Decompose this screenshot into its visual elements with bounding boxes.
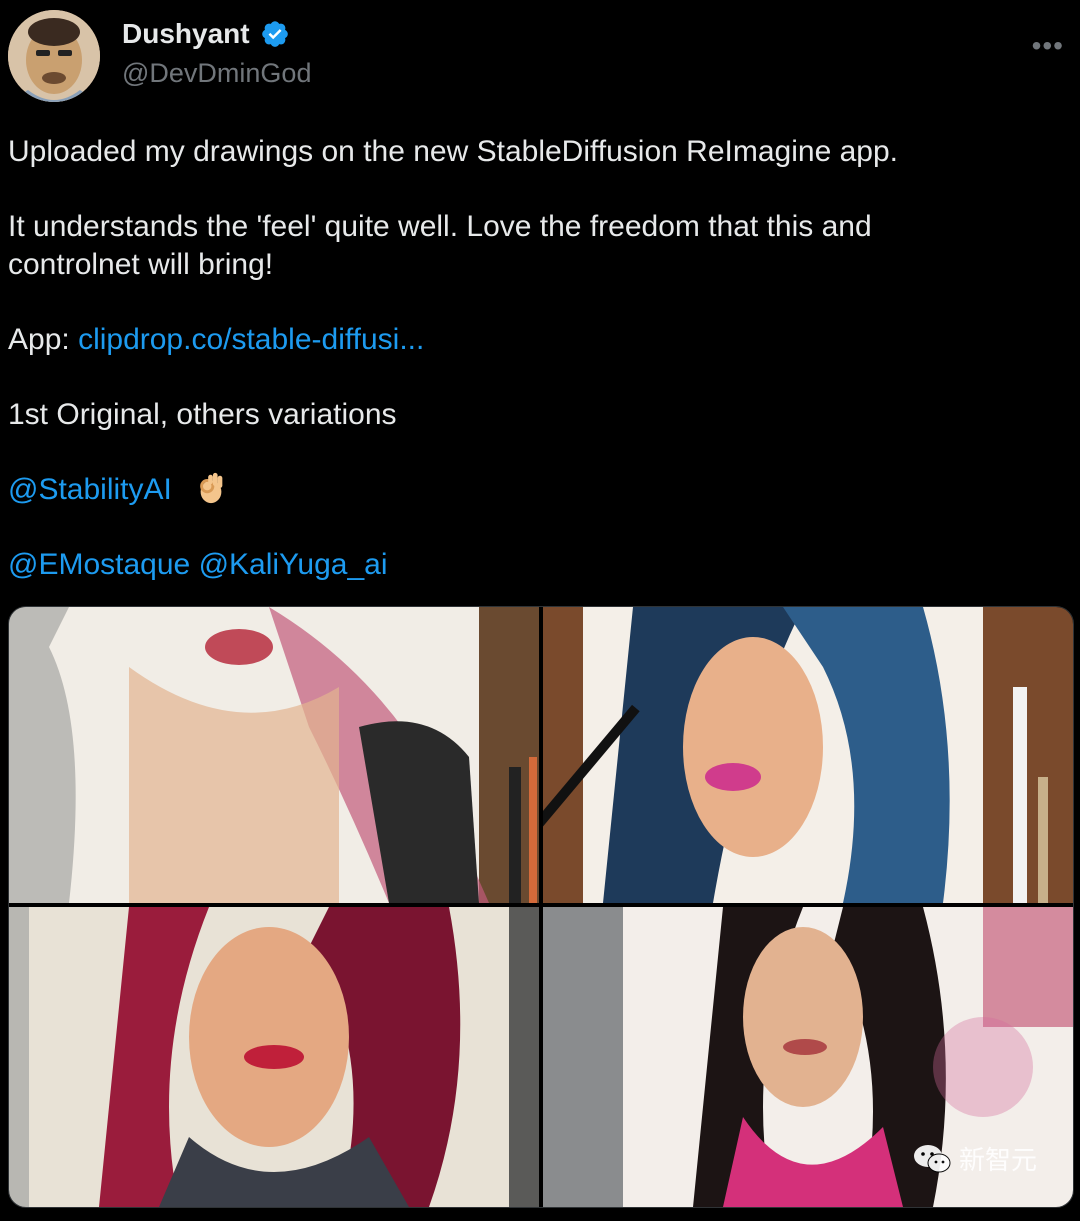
mention-stabilityai[interactable]: @StabilityAI <box>8 473 172 506</box>
mention-kaliyuga[interactable]: @KaliYuga_ai <box>199 548 388 581</box>
wechat-icon <box>913 1144 951 1172</box>
watermark: 新智元 <box>913 1140 1037 1177</box>
tweet-text: Uploaded my drawings on the new StableDi… <box>8 133 1068 583</box>
mention-emostaque[interactable]: @EMostaque <box>8 548 190 581</box>
watermark-text: 新智元 <box>958 1146 1037 1176</box>
tweet-line: controlnet will bring! <box>8 247 274 281</box>
app-link[interactable]: clipdrop.co/stable-diffusi... <box>78 323 424 356</box>
verified-badge-icon <box>262 21 288 47</box>
tweet-line: 1st Original, others variations <box>8 397 397 431</box>
author-name-block: Dushyant @DevDminGod <box>122 18 311 89</box>
author-avatar[interactable] <box>8 10 100 102</box>
original-drawing-image[interactable] <box>9 607 539 903</box>
author-display-name[interactable]: Dushyant <box>122 18 250 50</box>
tweet-line: Uploaded my drawings on the new StableDi… <box>8 135 898 168</box>
app-label: App: <box>8 322 79 356</box>
tweet-line: It understands the 'feel' quite well. Lo… <box>8 210 872 243</box>
mention-line: @StabilityAI <box>8 471 1068 509</box>
media-grid: 新智元 <box>8 606 1074 1208</box>
mention-line: @EMostaque @KaliYuga_ai <box>8 546 1068 584</box>
author-handle[interactable]: @DevDminGod <box>122 58 311 89</box>
app-line: App: clipdrop.co/stable-diffusi... <box>8 321 1068 359</box>
variation-2-image[interactable] <box>9 907 539 1207</box>
ok-hand-emoji <box>199 472 223 503</box>
more-options-icon[interactable]: ••• <box>1032 30 1064 62</box>
tweet-header: Dushyant @DevDminGod ••• <box>8 10 1072 102</box>
variation-1-image[interactable] <box>543 607 1073 903</box>
